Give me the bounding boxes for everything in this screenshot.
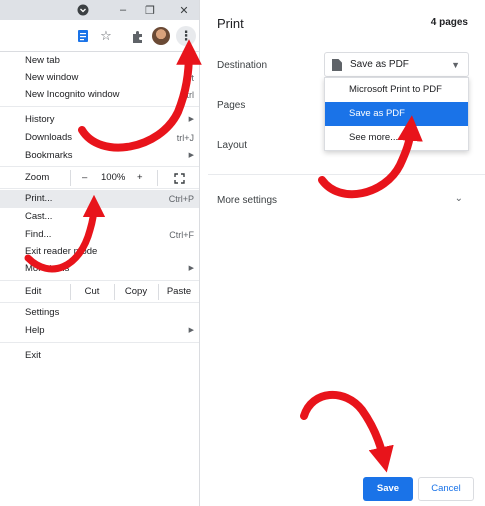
chevron-right-icon: ▶ [188,116,194,123]
dropdown-caret-icon: ▼ [451,60,460,70]
cancel-button[interactable]: Cancel [418,477,474,501]
menu-item-settings[interactable]: Settings [0,304,199,322]
print-dialog: Print 4 pages Destination Save as PDF ▼ … [201,0,485,506]
chevron-right-icon: ▶ [188,327,194,334]
chevron-down-icon[interactable]: ⌄ [455,193,463,204]
layout-label: Layout [217,140,248,151]
title-bar: – ❐ ✕ [0,0,199,20]
paste-button[interactable]: Paste [158,282,199,302]
option-see-more[interactable]: See more... [325,126,468,150]
more-settings-toggle[interactable]: More settings [217,195,277,206]
menu-item-cast[interactable]: Cast... [0,208,199,226]
menu-item-find[interactable]: Find... Ctrl+F [0,226,199,244]
destination-value: Save as PDF [350,59,409,70]
menu-item-help[interactable]: Help ▶ [0,322,199,340]
close-window-button[interactable]: ✕ [177,3,191,17]
destination-label: Destination [217,60,268,71]
menu-kebab-icon[interactable]: ⋮ [176,26,196,46]
browser-toolbar: ☆ ⋮ [0,20,199,52]
bookmark-star-icon[interactable]: ☆ [97,27,115,45]
menu-item-exit[interactable]: Exit [0,347,199,365]
menu-divider [0,302,199,303]
minimize-button[interactable]: – [116,3,130,17]
browser-window: – ❐ ✕ ☆ ⋮ New tab Ct New window Ct New Inc… [0,0,200,506]
cut-button[interactable]: Cut [70,282,114,302]
pages-label: Pages [217,100,246,111]
option-save-as-pdf[interactable]: Save as PDF [325,102,468,126]
page-title: Print [217,16,244,31]
extensions-icon[interactable] [128,27,146,45]
chevron-right-icon: ▶ [188,265,194,272]
menu-item-print[interactable]: Print... Ctrl+P [0,190,199,208]
menu-divider [0,188,199,189]
zoom-row: Zoom – 100% + [0,168,199,188]
menu-item-new-incognito[interactable]: New Incognito window Ctrl [0,86,199,104]
menu-item-more-tools[interactable]: More tools ▶ [0,260,199,278]
menu-item-history[interactable]: History ▶ [0,111,199,129]
menu-item-downloads[interactable]: Downloads trl+J [0,129,199,147]
menu-item-bookmarks[interactable]: Bookmarks ▶ [0,147,199,165]
chevron-right-icon: ▶ [188,152,194,159]
menu-divider [0,280,199,281]
edit-label: Edit [25,286,42,297]
zoom-level: 100% [101,172,126,183]
zoom-label: Zoom [25,172,50,183]
menu-item-new-window[interactable]: New window Ct [0,69,199,87]
menu-divider [0,342,199,343]
zoom-in-button[interactable]: + [137,168,143,188]
menu-item-exit-reader-mode[interactable]: Exit reader mode [0,243,199,261]
menu-divider [0,106,199,107]
menu-item-new-tab[interactable]: New tab Ct [0,52,199,70]
maximize-button[interactable]: ❐ [143,3,157,17]
copy-button[interactable]: Copy [114,282,158,302]
dialog-divider [208,174,485,175]
profile-dropdown-icon[interactable] [76,3,90,17]
menu-divider [0,166,199,167]
zoom-out-button[interactable]: – [82,168,87,188]
edit-row: Edit Cut Copy Paste [0,282,199,302]
document-icon [332,59,342,71]
fullscreen-icon[interactable] [174,172,185,192]
save-button[interactable]: Save [363,477,413,501]
destination-select[interactable]: Save as PDF ▼ [324,52,469,77]
destination-dropdown-list: Microsoft Print to PDF Save as PDF See m… [324,77,469,151]
avatar[interactable] [152,27,170,45]
option-microsoft-print-to-pdf[interactable]: Microsoft Print to PDF [325,78,468,102]
page-count: 4 pages [430,17,468,28]
reader-mode-icon[interactable] [74,27,92,45]
